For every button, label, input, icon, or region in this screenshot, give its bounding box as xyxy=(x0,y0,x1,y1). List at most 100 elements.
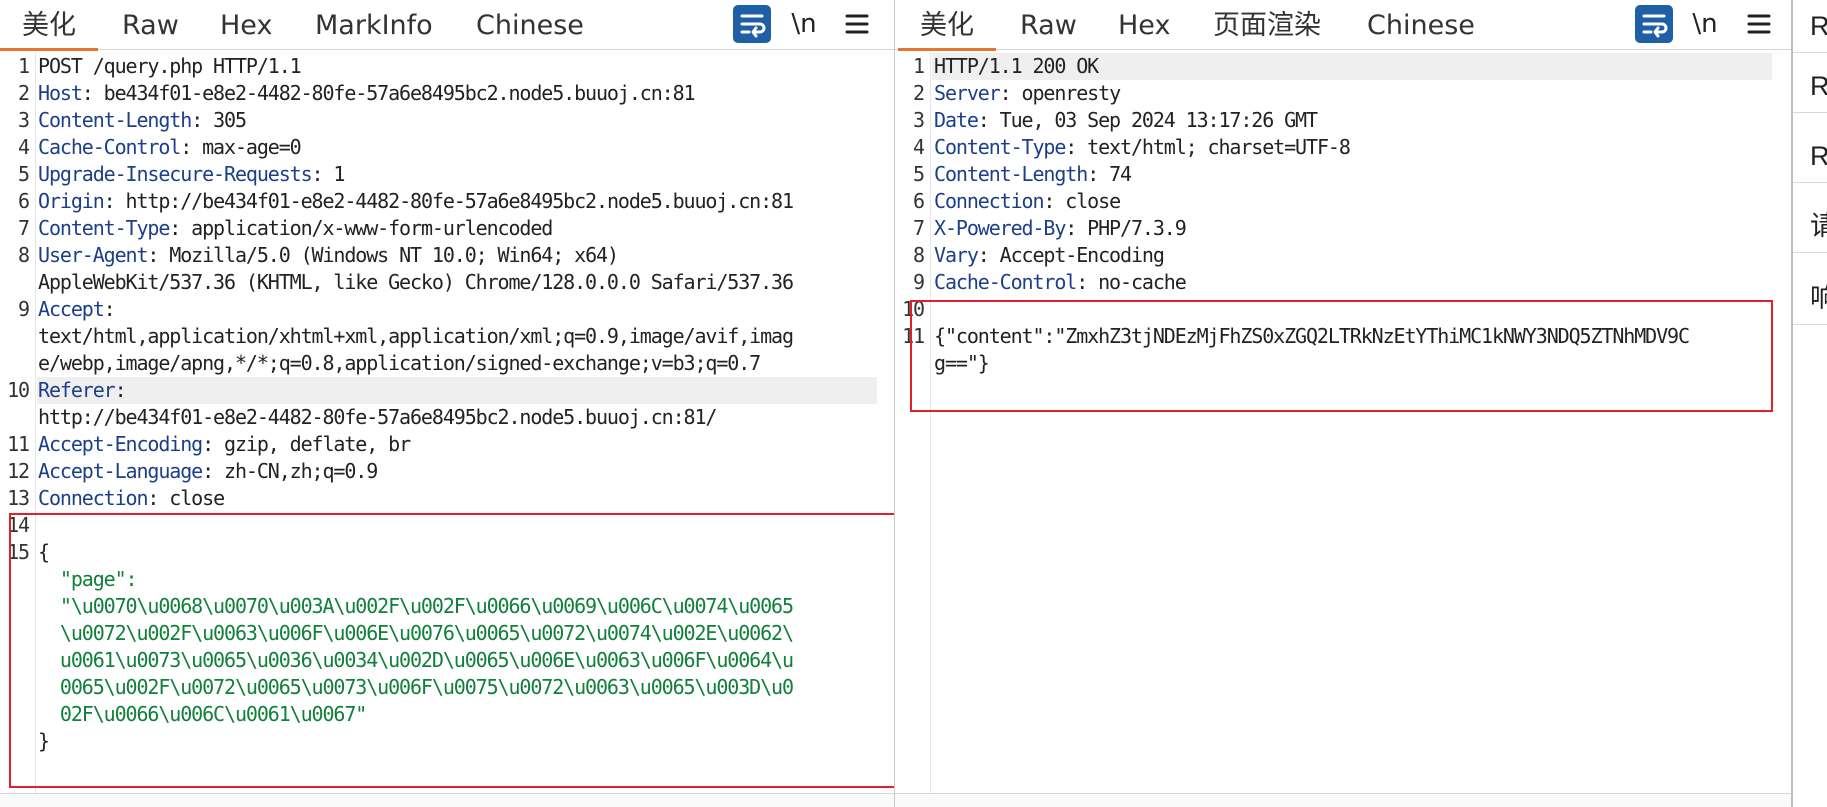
header-value: : 305 xyxy=(191,108,247,132)
line-number: 5 xyxy=(913,162,925,186)
code-line: Content-Length: 305 xyxy=(38,107,247,134)
header-name: Content-Type xyxy=(934,135,1066,159)
header-name: Upgrade-Insecure-Requests xyxy=(38,162,313,186)
code-line: Referer: xyxy=(38,377,127,404)
code-line: Content-Type: text/html; charset=UTF-8 xyxy=(934,134,1351,161)
code-line: Connection: close xyxy=(934,188,1121,215)
header-value: : no-cache xyxy=(1076,270,1187,294)
header-value: text/html,application/xhtml+xml,applicat… xyxy=(38,324,794,348)
line-number: 6 xyxy=(913,189,925,213)
newline-toggle-icon[interactable]: \n xyxy=(1687,5,1723,43)
header-value: : zh-CN,zh;q=0.9 xyxy=(202,459,378,483)
tab-markinfo[interactable]: MarkInfo xyxy=(315,0,433,50)
wrap-text-icon[interactable] xyxy=(1635,5,1673,43)
header-value: : text/html; charset=UTF-8 xyxy=(1065,135,1351,159)
line-number: 8 xyxy=(913,243,925,267)
code-line: Vary: Accept-Encoding xyxy=(934,242,1165,269)
side-item-r1[interactable]: R xyxy=(1793,0,1827,53)
line-number: 4 xyxy=(913,135,925,159)
code-line: POST /query.php HTTP/1.1 xyxy=(38,53,302,80)
current-line-highlight xyxy=(37,377,877,404)
header-value: : close xyxy=(147,486,225,510)
line-number: 4 xyxy=(18,135,30,159)
code-line: Cache-Control: max-age=0 xyxy=(38,134,302,161)
header-value: http://be434f01-e8e2-4482-80fe-57a6e8495… xyxy=(38,405,717,429)
header-name: Vary xyxy=(934,243,979,267)
header-name: Host xyxy=(38,81,83,105)
request-pane: 美化 Raw Hex MarkInfo Chinese \n 1 POST /qu… xyxy=(0,0,967,807)
line-number: 3 xyxy=(18,108,30,132)
header-value: e/webp,image/apng,*/*;q=0.8,application/… xyxy=(38,351,761,375)
header-value: : xyxy=(114,378,127,402)
header-name: Origin xyxy=(38,189,105,213)
side-item-request[interactable]: 请 xyxy=(1793,200,1827,253)
header-name: Accept-Language xyxy=(38,459,203,483)
header-name: Content-Length xyxy=(38,108,192,132)
line-number: 5 xyxy=(18,162,30,186)
header-name: X-Powered-By xyxy=(934,216,1066,240)
header-value: : openresty xyxy=(999,81,1121,105)
header-value: : 1 xyxy=(311,162,346,186)
header-value: : xyxy=(103,297,116,321)
header-name: Connection xyxy=(38,486,149,510)
wrap-text-icon[interactable] xyxy=(733,5,771,43)
response-editor[interactable]: 1 HTTP/1.1 200 OK 2 Server: openresty 3 Date:… xyxy=(895,52,1791,793)
side-panel: R R R 请 响 xyxy=(1793,0,1827,807)
tab-beautify[interactable]: 美化 xyxy=(898,0,996,51)
header-value: HTTP/1.1 200 OK xyxy=(934,54,1099,78)
tab-beautify[interactable]: 美化 xyxy=(0,0,98,51)
line-number: 7 xyxy=(18,216,30,240)
header-name: Accept xyxy=(38,297,105,321)
header-value: : gzip, deflate, br xyxy=(202,432,411,456)
line-number: 10 xyxy=(7,378,30,402)
line-number: 13 xyxy=(7,486,30,510)
annotation-box-response-body xyxy=(910,300,1773,412)
header-value: : be434f01-e8e2-4482-80fe-57a6e8495bc2.n… xyxy=(81,81,696,105)
response-bottom-toolbar xyxy=(895,793,1791,807)
tab-hex[interactable]: Hex xyxy=(1118,0,1170,50)
tab-hex[interactable]: Hex xyxy=(220,0,272,50)
code-line: Upgrade-Insecure-Requests: 1 xyxy=(38,161,346,188)
header-name: Referer xyxy=(38,378,116,402)
header-value: AppleWebKit/537.36 (KHTML, like Gecko) C… xyxy=(38,270,794,294)
header-name: Connection xyxy=(934,189,1045,213)
line-number: 1 xyxy=(18,54,30,78)
header-value: : close xyxy=(1043,189,1121,213)
code-line: http://be434f01-e8e2-4482-80fe-57a6e8495… xyxy=(38,404,717,431)
header-value: : Mozilla/5.0 (Windows NT 10.0; Win64; x… xyxy=(147,243,619,267)
hamburger-menu-icon[interactable] xyxy=(842,5,872,43)
side-item-response[interactable]: 响 xyxy=(1793,272,1827,325)
header-name: Server xyxy=(934,81,1001,105)
header-value: POST /query.php HTTP/1.1 xyxy=(38,54,302,78)
line-number: 12 xyxy=(7,459,30,483)
code-line: Host: be434f01-e8e2-4482-80fe-57a6e8495b… xyxy=(38,80,696,107)
code-line: Date: Tue, 03 Sep 2024 13:17:26 GMT xyxy=(934,107,1318,134)
line-number: 8 xyxy=(18,243,30,267)
newline-toggle-icon[interactable]: \n xyxy=(786,5,822,43)
code-line: Accept-Encoding: gzip, deflate, br xyxy=(38,431,411,458)
request-tab-bar: 美化 Raw Hex MarkInfo Chinese \n xyxy=(0,0,894,51)
line-number: 1 xyxy=(913,54,925,78)
header-name: Content-Length xyxy=(934,162,1088,186)
tab-chinese[interactable]: Chinese xyxy=(476,0,584,50)
header-value: : Accept-Encoding xyxy=(977,243,1165,267)
side-item-r3[interactable]: R xyxy=(1793,130,1827,183)
line-number: 2 xyxy=(18,81,30,105)
line-number: 3 xyxy=(913,108,925,132)
hamburger-menu-icon[interactable] xyxy=(1744,5,1774,43)
header-name: Content-Type xyxy=(38,216,170,240)
code-line: User-Agent: Mozilla/5.0 (Windows NT 10.0… xyxy=(38,242,619,269)
response-pane: 美化 Raw Hex 页面渲染 Chinese \n 1 HTTP/1.1 200… xyxy=(895,0,1791,807)
side-item-r2[interactable]: R xyxy=(1793,60,1827,113)
line-number: 7 xyxy=(913,216,925,240)
header-name: Cache-Control xyxy=(934,270,1077,294)
code-line: X-Powered-By: PHP/7.3.9 xyxy=(934,215,1187,242)
header-name: Date xyxy=(934,108,979,132)
request-bottom-toolbar xyxy=(0,793,894,807)
tab-chinese[interactable]: Chinese xyxy=(1367,0,1475,50)
line-number: 9 xyxy=(18,297,30,321)
header-name: User-Agent xyxy=(38,243,149,267)
tab-raw[interactable]: Raw xyxy=(122,0,179,50)
tab-raw[interactable]: Raw xyxy=(1020,0,1077,50)
tab-page-render[interactable]: 页面渲染 xyxy=(1213,0,1321,50)
